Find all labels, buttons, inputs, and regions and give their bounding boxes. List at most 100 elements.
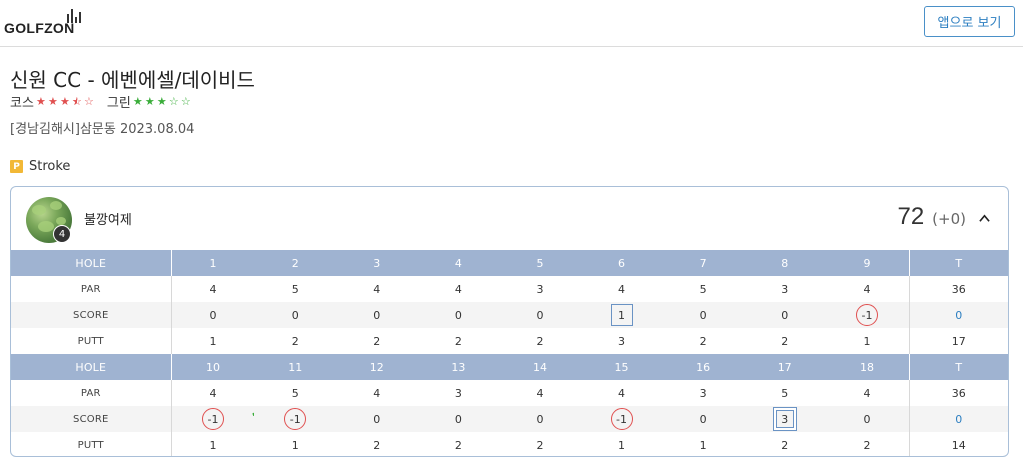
score-value: -1 <box>201 408 224 430</box>
hole-number: 10 <box>171 354 255 380</box>
score-cell: 0 <box>254 302 337 328</box>
hole-number: 13 <box>417 354 500 380</box>
score-value: 3 <box>775 410 794 428</box>
mode-badge-icon: P <box>10 160 23 173</box>
score-cell: -1✔ <box>171 406 260 432</box>
green-star-full-icon: ★ <box>144 95 155 108</box>
score-cell: 0 <box>417 406 500 432</box>
total-score-group: 72 (+0) <box>897 203 966 231</box>
score-cell: 3 <box>743 406 826 432</box>
par-cell: 4 <box>863 386 871 400</box>
open-app-button[interactable]: 앱으로 보기 <box>924 6 1015 37</box>
score-row: SCORE 0 0 0 0 0 1 0 0 -1 0 <box>11 302 1008 328</box>
score-value: 0 <box>291 308 299 322</box>
score-value: 0 <box>454 412 462 426</box>
golfzon-logo[interactable]: GOLFZON <box>4 20 75 36</box>
hole-label: HOLE <box>11 250 172 276</box>
green-star-full-icon: ★ <box>132 95 143 108</box>
rating-row: 코스 ★★★☆★☆ 그린 ★★★☆☆ <box>10 92 204 111</box>
total-score: 72 <box>897 203 925 230</box>
par-label: PAR <box>11 276 172 302</box>
green-star-full-icon: ★ <box>156 95 167 108</box>
score-cell: 0 <box>825 406 909 432</box>
score-value: -1 <box>855 304 878 326</box>
score-label: SCORE <box>11 302 172 328</box>
par-cell: 4 <box>618 386 626 400</box>
putt-cell: 2 <box>781 334 789 348</box>
level-badge: 4 <box>53 225 71 243</box>
par-cell: 5 <box>699 282 707 296</box>
par-total: 36 <box>908 380 1008 406</box>
score-value: 0 <box>536 412 544 426</box>
score-label: SCORE <box>11 406 172 432</box>
par-cell: 3 <box>699 386 707 400</box>
score-value: 1 <box>610 304 633 326</box>
putt-cell: 3 <box>618 334 626 348</box>
course-star-empty-icon: ☆ <box>83 95 94 108</box>
green-rating-label: 그린 <box>106 96 131 111</box>
par-cell: 5 <box>291 282 299 296</box>
score-value: -1 <box>284 408 307 430</box>
score-value: 0 <box>699 412 707 426</box>
score-cell: 0 <box>499 406 581 432</box>
par-cell: 5 <box>781 386 789 400</box>
putt-row: PUTT 1 2 2 2 2 3 2 2 1 17 <box>11 328 1008 354</box>
score-cell: 0 <box>662 406 744 432</box>
putt-cell: 2 <box>781 438 789 452</box>
score-cell: -1 <box>254 406 337 432</box>
par-cell: 4 <box>373 386 381 400</box>
hole-number: 15 <box>580 354 663 380</box>
putt-cell: 2 <box>536 438 544 452</box>
player-name: 불깡여제 <box>84 213 132 228</box>
score-cell: 0 <box>417 302 500 328</box>
score-value: 0 <box>454 308 462 322</box>
course-title: 신원 CC - 에벤에셀/데이비드 <box>10 68 255 92</box>
location-date: [경남김해시]삼문동 2023.08.04 <box>10 122 195 137</box>
putt-cell: 2 <box>454 334 462 348</box>
green-rating-stars: ★ ★ ★ ☆ ☆ <box>132 96 192 107</box>
putt-row: PUTT 1 1 2 2 2 1 1 2 2 14 <box>11 432 1008 456</box>
player-header[interactable]: 4 불깡여제 72 (+0) <box>11 187 1008 250</box>
chevron-up-icon[interactable] <box>979 213 990 224</box>
putt-cell: 2 <box>454 438 462 452</box>
par-cell: 3 <box>454 386 462 400</box>
score-value: 0 <box>699 308 707 322</box>
putt-cell: 1 <box>209 334 217 348</box>
score-value: -1 <box>610 408 633 430</box>
hole-row: HOLE 10 11 12 13 14 15 16 17 18 T <box>11 354 1008 380</box>
hole-row: HOLE 1 2 3 4 5 6 7 8 9 T <box>11 250 1008 276</box>
course-star-full-icon: ★ <box>59 95 70 108</box>
score-cell: 0 <box>743 302 826 328</box>
hole-number: 16 <box>662 354 744 380</box>
par-cell: 4 <box>373 282 381 296</box>
score-cell: 0 <box>336 406 418 432</box>
par-cell: 4 <box>209 386 217 400</box>
score-value: 0 <box>209 308 217 322</box>
hole-number: 6 <box>580 250 663 276</box>
score-value: 0 <box>536 308 544 322</box>
green-star-empty-icon: ☆ <box>180 95 191 108</box>
mode-label: Stroke <box>29 159 71 174</box>
score-value: 0 <box>373 308 381 322</box>
putt-cell: 1 <box>291 438 299 452</box>
par-row: PAR 4 5 4 4 3 4 5 3 4 36 <box>11 276 1008 302</box>
course-star-full-icon: ★ <box>47 95 58 108</box>
green-star-empty-icon: ☆ <box>168 95 179 108</box>
par-cell: 3 <box>781 282 789 296</box>
scorecard-panel: 4 불깡여제 72 (+0) HOLE 1 2 3 4 5 6 7 8 9 T PAR 4 5 4 4 3 4 5 3… <box>10 186 1009 457</box>
course-rating-stars: ★★★☆★☆ <box>35 96 95 107</box>
par-cell: 4 <box>209 282 217 296</box>
putt-cell: 2 <box>536 334 544 348</box>
hole-number: 8 <box>743 250 826 276</box>
score-cell: 0 <box>336 302 418 328</box>
par-cell: 5 <box>291 386 299 400</box>
putt-cell: 2 <box>373 438 381 452</box>
score-value: 0 <box>781 308 789 322</box>
score-cell: 1 <box>580 302 663 328</box>
putt-cell: 2 <box>863 438 871 452</box>
hole-label: HOLE <box>11 354 172 380</box>
hole-number: 11 <box>254 354 337 380</box>
par-label: PAR <box>11 380 172 406</box>
course-star-half-icon: ☆★ <box>71 95 82 108</box>
hole-number: 1 <box>171 250 255 276</box>
